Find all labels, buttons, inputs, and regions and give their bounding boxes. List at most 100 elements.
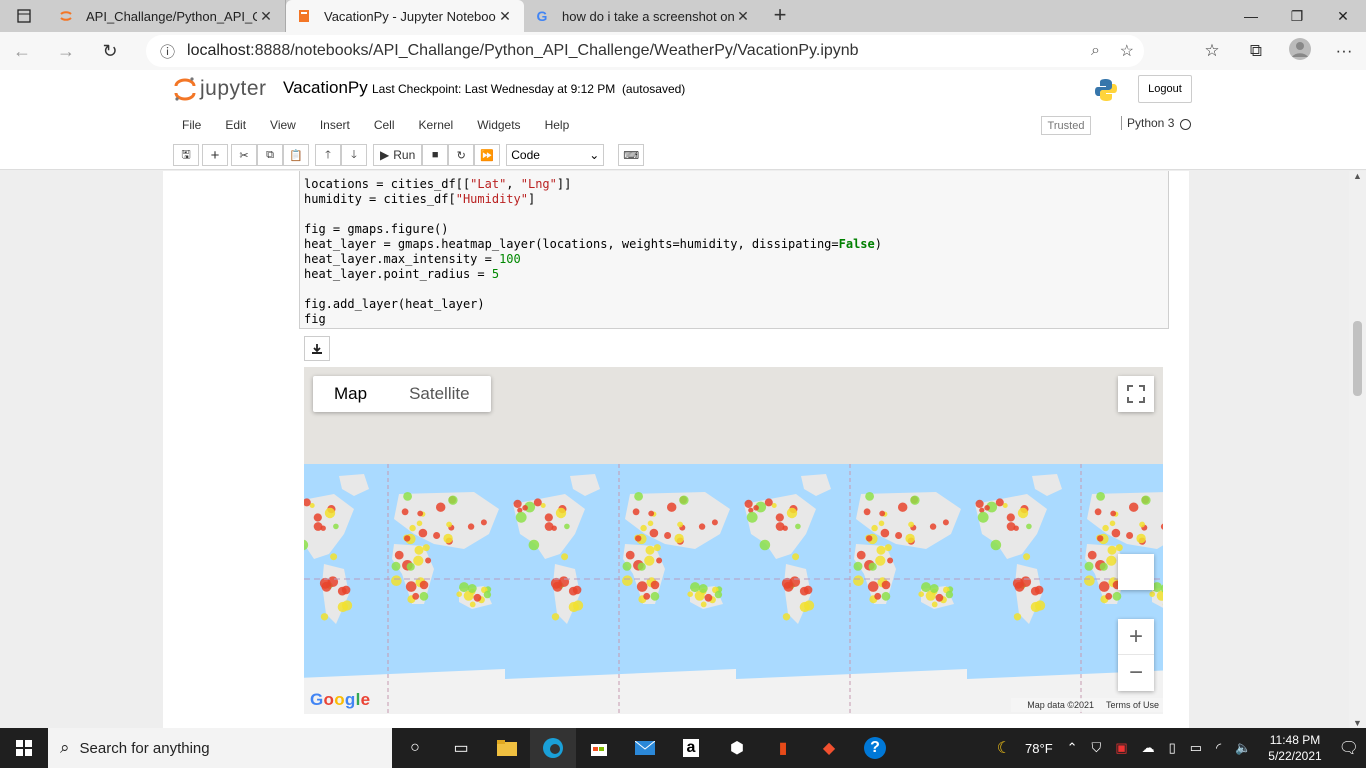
amazon-icon[interactable]: a	[668, 728, 714, 768]
system-clock[interactable]: 11:48 PM 5/22/2021	[1258, 732, 1331, 764]
close-tab-icon[interactable]: ✕	[257, 8, 275, 25]
zoom-out-button[interactable]: −	[1118, 655, 1154, 691]
heat-point	[644, 555, 655, 566]
profile-avatar[interactable]	[1278, 37, 1322, 65]
restart-run-all-icon[interactable]: ⏩	[474, 144, 501, 166]
scrollbar-thumb[interactable]	[1353, 321, 1362, 396]
tab-google-search[interactable]: G how do i take a screenshot on m ✕	[524, 0, 762, 32]
git-icon[interactable]: ◆	[806, 728, 852, 768]
new-tab-button[interactable]: +	[762, 0, 798, 32]
heat-point	[876, 545, 886, 555]
run-button[interactable]: ▶ Run	[373, 144, 423, 166]
taskbar-search-box[interactable]: ⌕ Search for anything	[48, 728, 392, 768]
zoom-in-button[interactable]: +	[1118, 619, 1154, 655]
stop-icon[interactable]: ■	[422, 144, 449, 166]
move-up-icon[interactable]: 🡑	[315, 144, 341, 166]
heatmap-map-canvas[interactable]	[304, 464, 1163, 714]
street-view-control[interactable]	[1118, 554, 1154, 590]
restore-icon[interactable]: ❐	[1274, 0, 1320, 32]
site-info-icon[interactable]: ⓘ	[160, 41, 175, 62]
heat-point	[1105, 592, 1113, 600]
terms-of-use-link[interactable]: Terms of Use	[1106, 700, 1159, 710]
save-icon[interactable]: 🖫	[173, 144, 199, 166]
show-hidden-icons[interactable]: ⌃	[1060, 740, 1085, 756]
code-text: heat_layer = gmaps.heatmap_layer(locatio…	[304, 237, 839, 251]
edge-browser-icon[interactable]	[530, 728, 576, 768]
windows-start-icon[interactable]	[0, 728, 48, 768]
heat-point	[637, 562, 646, 571]
heat-point	[799, 586, 809, 596]
task-view-icon[interactable]: ▭	[438, 728, 484, 768]
scroll-up-icon[interactable]: ▲	[1353, 171, 1362, 181]
battery-icon[interactable]: ▭	[1183, 740, 1209, 756]
fullscreen-button[interactable]	[1118, 376, 1154, 412]
trusted-indicator[interactable]: Trusted	[1041, 116, 1091, 135]
insert-cell-icon[interactable]: +	[202, 144, 228, 166]
back-icon[interactable]: ←	[0, 41, 44, 62]
google-logo[interactable]: Google	[310, 690, 370, 710]
menu-widgets[interactable]: Widgets	[465, 118, 532, 132]
favorites-icon[interactable]: ☆	[1190, 41, 1234, 61]
map-type-map-button[interactable]: Map	[313, 376, 388, 412]
restart-icon[interactable]: ↻	[448, 144, 475, 166]
volume-icon[interactable]: 🔈	[1228, 740, 1258, 756]
tray-device-icon[interactable]: ▯	[1162, 740, 1183, 756]
tab-vacationpy[interactable]: VacationPy - Jupyter Notebook ✕	[286, 0, 524, 32]
paste-icon[interactable]: 📋	[283, 144, 309, 166]
close-window-icon[interactable]: ✕	[1320, 0, 1366, 32]
help-icon[interactable]: ?	[852, 728, 898, 768]
notifications-icon[interactable]: 🗨	[1332, 738, 1366, 758]
page-scrollbar[interactable]: ▲ ▼	[1349, 171, 1366, 728]
menu-help[interactable]: Help	[533, 118, 582, 132]
office-icon[interactable]: ▮	[760, 728, 806, 768]
tab-actions-icon[interactable]	[0, 0, 48, 32]
zoom-icon[interactable]: ⌕	[1091, 42, 1100, 60]
heat-point	[1013, 613, 1022, 621]
file-explorer-icon[interactable]	[484, 728, 530, 768]
download-icon[interactable]	[304, 336, 330, 361]
notebook-name[interactable]: VacationPy	[283, 78, 368, 98]
gmaps-figure[interactable]: Map Satellite + − Google Map data ©2021 …	[304, 367, 1163, 714]
heat-point	[1129, 502, 1139, 512]
tab-api-challange[interactable]: API_Challange/Python_API_Chall ✕	[48, 0, 286, 32]
heat-point	[419, 591, 429, 601]
more-menu-icon[interactable]: ···	[1322, 41, 1366, 61]
map-type-satellite-button[interactable]: Satellite	[388, 376, 490, 412]
weather-temperature[interactable]: 78°F	[1018, 741, 1060, 756]
menu-edit[interactable]: Edit	[213, 118, 258, 132]
heat-point	[918, 591, 924, 597]
heat-point	[775, 522, 785, 531]
app-hex-icon[interactable]: ⬢	[714, 728, 760, 768]
code-cell-input[interactable]: locations = cities_df[["Lat", "Lng"]] hu…	[299, 171, 1169, 329]
forward-icon[interactable]: →	[44, 41, 88, 62]
close-tab-icon[interactable]: ✕	[734, 8, 752, 25]
logout-button[interactable]: Logout	[1138, 75, 1192, 103]
close-tab-icon[interactable]: ✕	[496, 8, 514, 25]
onedrive-icon[interactable]: ☁	[1135, 740, 1162, 756]
code-line: locations = cities_df[["Lat", "Lng"]]	[304, 177, 571, 191]
wifi-icon[interactable]: ◜	[1209, 740, 1228, 756]
menu-insert[interactable]: Insert	[308, 118, 362, 132]
refresh-icon[interactable]: ↻	[88, 41, 132, 62]
collections-icon[interactable]: ⧉	[1234, 41, 1278, 61]
mail-icon[interactable]	[622, 728, 668, 768]
weather-moon-icon[interactable]: ☾	[990, 738, 1018, 758]
cortana-icon[interactable]: ○	[392, 728, 438, 768]
microsoft-store-icon[interactable]	[576, 728, 622, 768]
add-favorite-icon[interactable]: ☆	[1120, 41, 1134, 61]
cut-icon[interactable]: ✂	[231, 144, 257, 166]
cell-type-select[interactable]: Code ⌄	[506, 144, 605, 166]
menu-view[interactable]: View	[258, 118, 308, 132]
minimize-icon[interactable]: —	[1228, 0, 1274, 32]
jupyter-logo[interactable]: jupyter	[174, 76, 267, 102]
menu-kernel[interactable]: Kernel	[407, 118, 466, 132]
move-down-icon[interactable]: 🡓	[341, 144, 367, 166]
menu-cell[interactable]: Cell	[362, 118, 407, 132]
url-field[interactable]: ⓘ localhost:8888/notebooks/API_Challange…	[146, 35, 1144, 67]
menu-file[interactable]: File	[170, 118, 213, 132]
tray-app-icon[interactable]: ▣	[1108, 740, 1134, 756]
copy-icon[interactable]: ⧉	[257, 144, 283, 166]
scroll-down-icon[interactable]: ▼	[1353, 718, 1362, 728]
tray-app-icon[interactable]: ⛉	[1085, 740, 1109, 756]
command-palette-icon[interactable]: ⌨	[618, 144, 645, 166]
